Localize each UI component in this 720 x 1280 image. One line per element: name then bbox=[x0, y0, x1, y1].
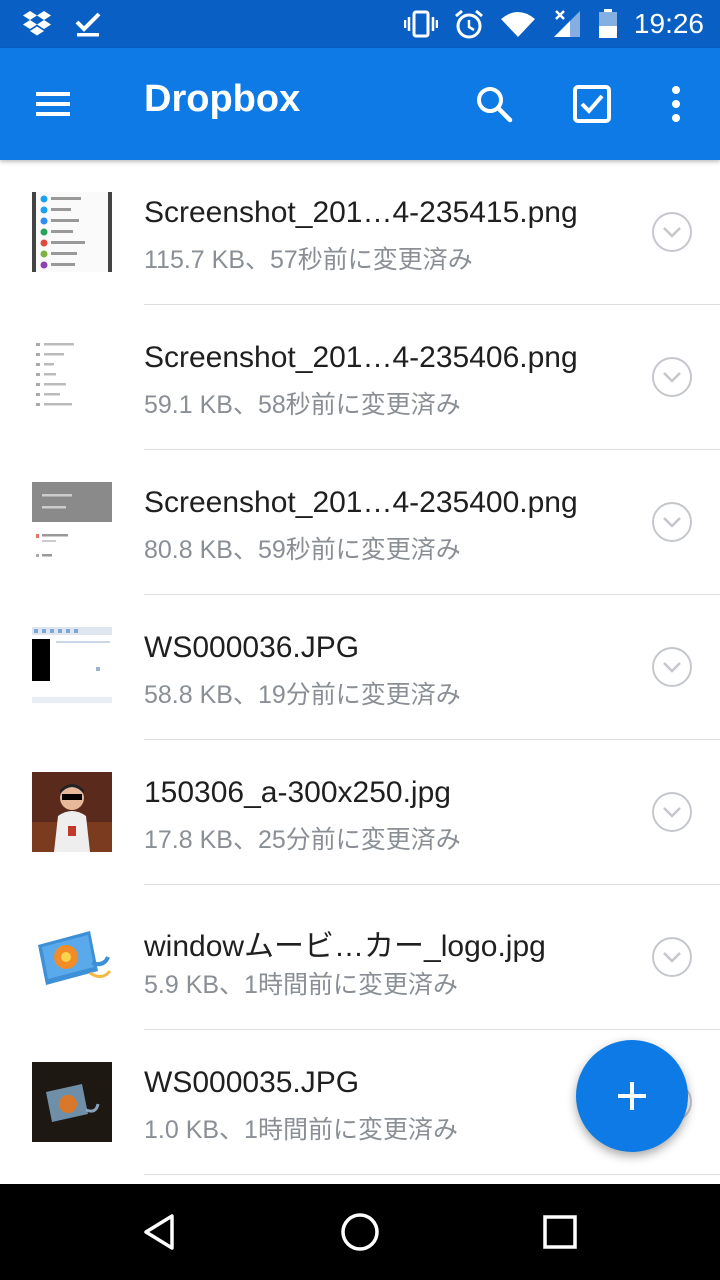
file-thumbnail bbox=[32, 192, 112, 272]
home-icon bbox=[341, 1213, 379, 1251]
file-meta: 58.8 KB、19分前に変更済み bbox=[144, 681, 461, 709]
more-icon bbox=[672, 86, 680, 122]
row-menu-button[interactable] bbox=[652, 502, 692, 542]
file-name: windowムービ…カー_logo.jpg bbox=[144, 930, 546, 963]
file-name: Screenshot_201…4-235406.png bbox=[144, 341, 578, 374]
file-name: Screenshot_201…4-235400.png bbox=[144, 486, 578, 519]
file-meta: 80.8 KB、59秒前に変更済み bbox=[144, 536, 461, 564]
wifi-icon bbox=[500, 10, 536, 38]
back-button[interactable] bbox=[136, 1208, 184, 1256]
alarm-icon bbox=[454, 9, 484, 39]
recents-icon bbox=[543, 1215, 577, 1249]
menu-button[interactable] bbox=[32, 84, 74, 124]
chevron-down-icon bbox=[663, 662, 681, 673]
signal-icon bbox=[552, 9, 582, 39]
select-button[interactable] bbox=[568, 80, 616, 128]
row-menu-button[interactable] bbox=[652, 212, 692, 252]
chevron-down-icon bbox=[663, 372, 681, 383]
file-row[interactable]: windowムービ…カー_logo.jpg 5.9 KB、1時間前に変更済み bbox=[0, 885, 720, 1030]
status-time: 19:26 bbox=[633, 8, 704, 39]
file-thumbnail bbox=[32, 337, 112, 417]
chevron-down-icon bbox=[663, 517, 681, 528]
file-thumbnail bbox=[32, 772, 112, 852]
file-meta: 59.1 KB、58秒前に変更済み bbox=[144, 391, 461, 419]
file-meta: 5.9 KB、1時間前に変更済み bbox=[144, 971, 458, 999]
chevron-down-icon bbox=[663, 952, 681, 963]
back-icon bbox=[144, 1214, 174, 1250]
status-bar: 19:26 bbox=[0, 0, 720, 48]
vibrate-icon bbox=[403, 10, 438, 38]
add-fab-button[interactable] bbox=[576, 1040, 688, 1152]
app-bar: Dropbox bbox=[0, 48, 720, 160]
file-thumbnail bbox=[32, 482, 112, 562]
file-meta: 115.7 KB、57秒前に変更済み bbox=[144, 246, 473, 274]
search-button[interactable] bbox=[470, 80, 518, 128]
file-row[interactable]: Screenshot_201…4-235415.png 115.7 KB、57秒… bbox=[0, 160, 720, 305]
file-meta: 1.0 KB、1時間前に変更済み bbox=[144, 1116, 458, 1144]
recents-button[interactable] bbox=[536, 1208, 584, 1256]
home-button[interactable] bbox=[336, 1208, 384, 1256]
divider bbox=[144, 1174, 720, 1175]
check-icon bbox=[74, 10, 102, 38]
file-name: WS000035.JPG bbox=[144, 1066, 360, 1099]
row-menu-button[interactable] bbox=[652, 792, 692, 832]
file-name: WS000036.JPG bbox=[144, 631, 360, 664]
app-title: Dropbox bbox=[144, 78, 301, 120]
navigation-bar bbox=[0, 1184, 720, 1280]
plus-icon bbox=[618, 1082, 646, 1110]
file-name: Screenshot_201…4-235415.png bbox=[144, 196, 578, 229]
file-thumbnail bbox=[32, 1062, 112, 1142]
file-row[interactable]: WS000036.JPG 58.8 KB、19分前に変更済み bbox=[0, 595, 720, 740]
more-options-button[interactable] bbox=[652, 80, 700, 128]
file-row[interactable]: Screenshot_201…4-235406.png 59.1 KB、58秒前… bbox=[0, 305, 720, 450]
search-icon bbox=[477, 87, 513, 123]
file-thumbnail bbox=[32, 917, 112, 997]
dropbox-icon bbox=[22, 10, 52, 38]
file-thumbnail bbox=[32, 627, 112, 707]
file-list: Screenshot_201…4-235415.png 115.7 KB、57秒… bbox=[0, 160, 720, 1175]
row-menu-button[interactable] bbox=[652, 647, 692, 687]
hamburger-icon bbox=[36, 92, 70, 116]
row-menu-button[interactable] bbox=[652, 937, 692, 977]
file-row[interactable]: Screenshot_201…4-235400.png 80.8 KB、59秒前… bbox=[0, 450, 720, 595]
battery-icon bbox=[598, 9, 618, 39]
chevron-down-icon bbox=[663, 807, 681, 818]
select-icon bbox=[573, 85, 611, 123]
file-meta: 17.8 KB、25分前に変更済み bbox=[144, 826, 461, 854]
file-name: 150306_a-300x250.jpg bbox=[144, 776, 451, 809]
file-row[interactable]: 150306_a-300x250.jpg 17.8 KB、25分前に変更済み bbox=[0, 740, 720, 885]
row-menu-button[interactable] bbox=[652, 357, 692, 397]
chevron-down-icon bbox=[663, 227, 681, 238]
